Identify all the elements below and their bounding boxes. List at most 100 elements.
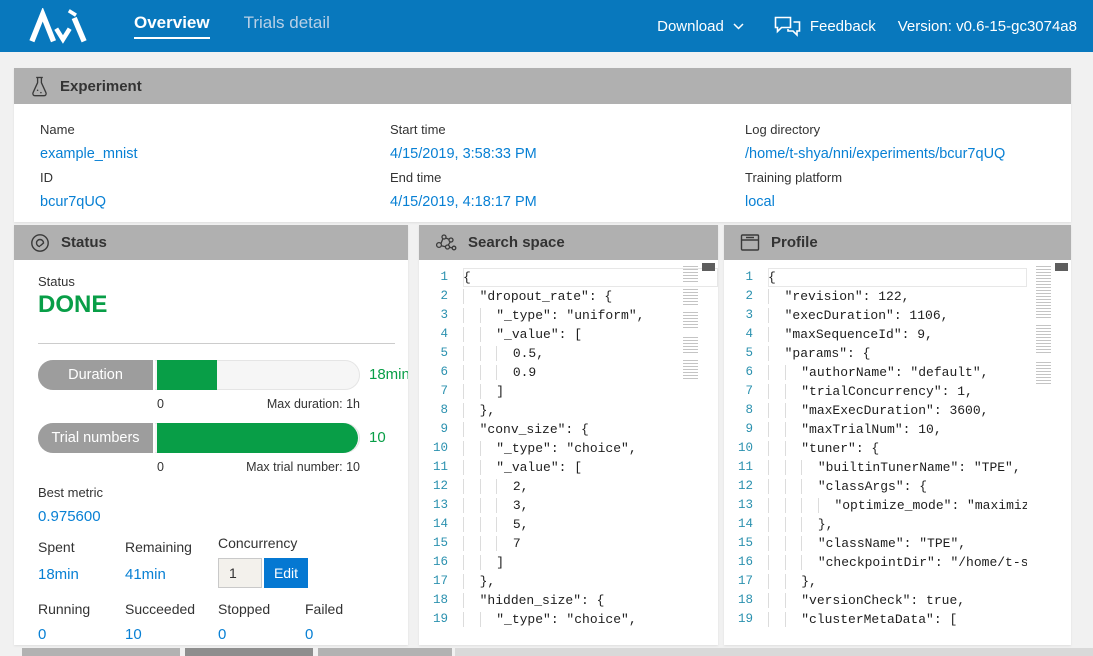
running-label: Running: [38, 601, 90, 617]
bottom-tab-3[interactable]: [318, 648, 452, 656]
search-space-panel-header: Search space: [419, 225, 718, 260]
experiment-col-3: Log directory /home/t-shya/nni/experimen…: [745, 118, 1071, 214]
best-metric-value: 0.975600: [38, 508, 101, 525]
profile-body: 1{2 "revision": 122,3 "execDuration": 11…: [724, 260, 1071, 644]
code-line: 2 "dropout_rate": {: [419, 287, 718, 306]
experiment-panel-header: Experiment: [14, 68, 1071, 104]
bottom-tab-1[interactable]: [22, 648, 180, 656]
succeeded-label: Succeeded: [125, 601, 195, 617]
tab-overview[interactable]: Overview: [134, 13, 210, 39]
trials-bar-fill: [157, 423, 358, 453]
code-line: 9 "maxTrialNum": 10,: [724, 420, 1071, 439]
best-metric-label: Best metric: [38, 485, 103, 500]
profile-panel: Profile 1{2 "revision": 122,3 "execDurat…: [724, 225, 1071, 645]
succeeded-value: 10: [125, 626, 142, 643]
bottom-tab-bar[interactable]: [455, 648, 1093, 656]
code-line: 7 ]: [419, 382, 718, 401]
profile-editor[interactable]: 1{2 "revision": 122,3 "execDuration": 11…: [724, 260, 1071, 629]
code-line: 7 "trialConcurrency": 1,: [724, 382, 1071, 401]
code-line: 18 "versionCheck": true,: [724, 591, 1071, 610]
top-navbar: Overview Trials detail Download Feedback…: [0, 0, 1093, 52]
feedback-button[interactable]: Feedback: [774, 16, 876, 37]
code-line: 17 },: [419, 572, 718, 591]
nni-overview-page: Overview Trials detail Download Feedback…: [0, 0, 1093, 656]
scrollbar-thumb[interactable]: [1055, 263, 1068, 271]
running-value: 0: [38, 626, 46, 643]
status-panel: Status Status DONE Duration 18min 0 Max …: [14, 225, 408, 645]
code-line: 19 "clusterMetaData": [: [724, 610, 1071, 629]
chevron-down-icon: [733, 23, 744, 30]
trials-bar-scale: 0 Max trial number: 10: [157, 460, 360, 474]
code-line: 5 "params": {: [724, 344, 1071, 363]
bottom-tab-2[interactable]: [185, 648, 313, 656]
code-line: 11 "_value": [: [419, 458, 718, 477]
status-panel-title: Status: [61, 234, 107, 251]
experiment-name: example_mnist: [40, 142, 390, 166]
code-line: 9 "conv_size": {: [419, 420, 718, 439]
duration-progress: Duration 18min 0 Max duration: 1h: [38, 360, 400, 418]
trials-progress: Trial numbers 10 0 Max trial number: 10: [38, 423, 400, 481]
code-line: 15 7: [419, 534, 718, 553]
code-line: 1{: [724, 268, 1071, 287]
concurrency-label: Concurrency: [218, 535, 297, 551]
duration-value: 18min: [369, 366, 408, 383]
nav-tabs: Overview Trials detail: [134, 13, 330, 39]
trials-bar-track: Trial numbers: [38, 423, 360, 453]
version-label: Version: v0.6-15-gc3074a8: [898, 18, 1077, 35]
code-line: 2 "revision": 122,: [724, 287, 1071, 306]
profile-panel-title: Profile: [771, 234, 818, 251]
code-line: 16 "checkpointDir": "/home/t-shya/nni/ex…: [724, 553, 1071, 572]
status-panel-body: Status DONE Duration 18min 0 Max duratio…: [14, 260, 408, 644]
end-time: 4/15/2019, 4:18:17 PM: [390, 190, 745, 214]
stopped-label: Stopped: [218, 601, 270, 617]
scrollbar-thumb[interactable]: [702, 263, 715, 271]
field-label: Training platform: [745, 166, 1071, 190]
concurrency-input[interactable]: [218, 558, 262, 588]
profile-panel-header: Profile: [724, 225, 1071, 260]
experiment-panel-title: Experiment: [60, 78, 142, 95]
field-label: ID: [40, 166, 390, 190]
scale-max: Max trial number: 10: [246, 460, 360, 474]
field-label: Start time: [390, 118, 745, 142]
trials-value: 10: [369, 429, 386, 446]
failed-value: 0: [305, 626, 313, 643]
code-line: 6 0.9: [419, 363, 718, 382]
status-panel-header: Status: [14, 225, 408, 260]
experiment-col-2: Start time 4/15/2019, 3:58:33 PM End tim…: [390, 118, 745, 214]
nni-logo-icon: [28, 8, 88, 44]
minimap: [683, 266, 698, 380]
status-value: DONE: [38, 291, 107, 319]
duration-bar-track: Duration: [38, 360, 360, 390]
download-menu[interactable]: Download: [657, 18, 744, 35]
archive-box-icon: [740, 233, 760, 252]
code-line: 15 "className": "TPE",: [724, 534, 1071, 553]
field-label: End time: [390, 166, 745, 190]
code-line: 10 "tuner": {: [724, 439, 1071, 458]
experiment-id: bcur7qUQ: [40, 190, 390, 214]
search-space-editor[interactable]: 1{2 "dropout_rate": {3 "_type": "uniform…: [419, 260, 718, 629]
trials-bar-label: Trial numbers: [38, 423, 155, 453]
code-line: 18 "hidden_size": {: [419, 591, 718, 610]
tab-trials-detail[interactable]: Trials detail: [244, 13, 330, 39]
search-space-body: 1{2 "dropout_rate": {3 "_type": "uniform…: [419, 260, 718, 644]
download-label: Download: [657, 18, 724, 35]
code-line: 4 "maxSequenceId": 9,: [724, 325, 1071, 344]
experiment-col-1: Name example_mnist ID bcur7qUQ: [40, 118, 390, 214]
code-line: 16 ]: [419, 553, 718, 572]
search-space-panel: Search space 1{2 "dropout_rate": {3 "_ty…: [419, 225, 718, 645]
remaining-label: Remaining: [125, 539, 192, 555]
field-label: Log directory: [745, 118, 1071, 142]
code-line: 5 0.5,: [419, 344, 718, 363]
minimap: [1036, 266, 1051, 384]
code-line: 13 3,: [419, 496, 718, 515]
code-line: 10 "_type": "choice",: [419, 439, 718, 458]
code-line: 8 },: [419, 401, 718, 420]
code-line: 12 2,: [419, 477, 718, 496]
training-platform: local: [745, 190, 1071, 214]
gauge-icon: [30, 233, 50, 253]
remaining-value: 41min: [125, 566, 166, 583]
feedback-chat-icon: [774, 16, 801, 37]
edit-concurrency-button[interactable]: Edit: [264, 558, 308, 588]
code-line: 4 "_value": [: [419, 325, 718, 344]
code-line: 3 "_type": "uniform",: [419, 306, 718, 325]
